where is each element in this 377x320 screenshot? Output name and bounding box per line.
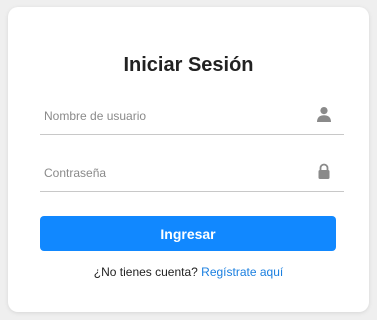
password-field-container bbox=[40, 159, 344, 192]
login-card: Iniciar Sesión Ingresar ¿No tienes cuent… bbox=[8, 7, 369, 312]
password-input[interactable] bbox=[44, 162, 304, 184]
username-input[interactable] bbox=[44, 105, 304, 127]
user-icon bbox=[316, 106, 332, 122]
page-title: Iniciar Sesión bbox=[123, 54, 254, 76]
username-field-container bbox=[40, 102, 344, 135]
login-button[interactable]: Ingresar bbox=[40, 216, 336, 251]
register-link[interactable]: Regístrate aquí bbox=[201, 265, 283, 279]
lock-icon bbox=[316, 163, 332, 179]
register-prompt-text: ¿No tienes cuenta? bbox=[93, 265, 198, 279]
register-prompt: ¿No tienes cuenta? Regístrate aquí bbox=[8, 265, 369, 279]
